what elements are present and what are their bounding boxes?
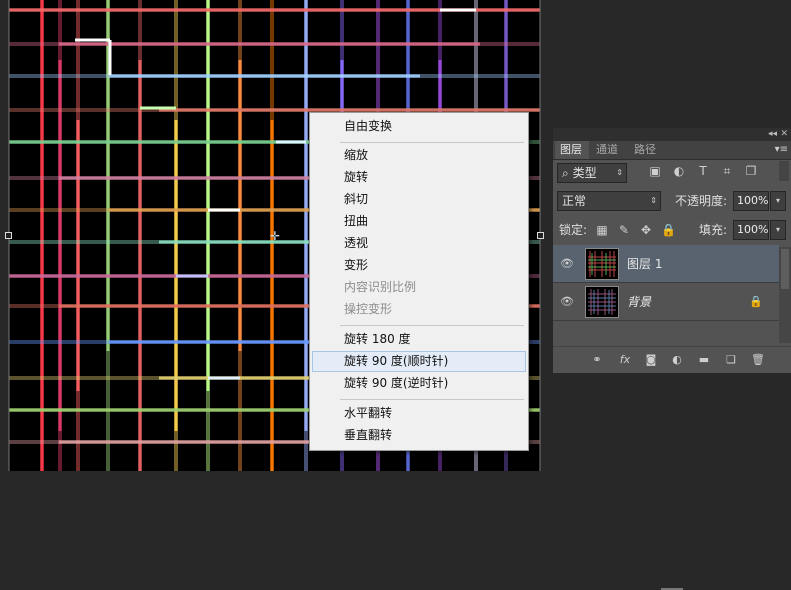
layer-name[interactable]: 背景	[627, 283, 651, 321]
menu-separator	[340, 399, 524, 400]
trash-icon[interactable]: 🗑	[750, 352, 766, 368]
text-filter-icon[interactable]: T	[696, 164, 710, 178]
layers-panel: ◂◂ ✕ 图层 通道 路径 ▾≡ ⌕ 类型 ⇕ ▣ ◐ T ⌗ ❐ 正常 ⇕ 不…	[553, 128, 791, 590]
blend-mode-dropdown[interactable]: 正常 ⇕	[557, 191, 661, 211]
lock-position-icon[interactable]: ✥	[639, 223, 653, 237]
tab-channels[interactable]: 通道	[591, 141, 627, 159]
opacity-input[interactable]: 100%	[733, 191, 769, 211]
menu-item-warp[interactable]: 变形	[312, 255, 526, 276]
visibility-eye-icon[interactable]: 👁	[559, 294, 575, 310]
add-mask-icon[interactable]: ◙	[643, 352, 659, 368]
updown-arrow-icon: ⇕	[650, 196, 657, 205]
menu-item-puppet-warp: 操控变形	[344, 302, 393, 316]
panel-header: ◂◂ ✕	[553, 128, 791, 141]
lock-all-icon[interactable]: 🔒	[661, 223, 676, 237]
layer-thumbnail	[585, 248, 619, 280]
transform-context-menu: 自由变换 缩放 旋转 斜切 扭曲 透视 变形 内容识别比例 操控变形 旋转 18…	[309, 112, 529, 451]
scrollbar-thumb[interactable]	[781, 249, 789, 289]
menu-item-content-aware-scale: 内容识别比例	[344, 280, 417, 294]
search-icon: ⌕	[562, 166, 569, 180]
menu-item-flip-vertical[interactable]: 垂直翻转	[312, 425, 526, 446]
updown-arrow-icon: ⇕	[616, 168, 623, 177]
transform-handle-left[interactable]	[5, 232, 12, 239]
layer-row-background[interactable]: 👁 背景 🔒	[553, 283, 779, 321]
fill-label: 填充:	[699, 223, 728, 237]
menu-item-free-transform[interactable]: 自由变换	[312, 116, 526, 137]
layer-row-layer-1[interactable]: 👁 图层 1	[553, 245, 779, 283]
transform-handle-right[interactable]	[537, 232, 544, 239]
close-panel-icon[interactable]: ✕	[780, 128, 788, 141]
new-layer-icon[interactable]: ❏	[723, 352, 739, 368]
filter-toggle[interactable]	[779, 161, 789, 181]
image-filter-icon[interactable]: ▣	[648, 164, 662, 178]
fill-dropdown-button[interactable]: ▾	[770, 220, 786, 240]
new-adjustment-layer-icon[interactable]: ◐	[669, 352, 685, 368]
opacity-dropdown-button[interactable]: ▾	[770, 191, 786, 211]
collapse-panel-icon[interactable]: ◂◂	[768, 128, 777, 141]
panel-menu-icon[interactable]: ▾≡	[775, 141, 788, 159]
new-group-folder-icon[interactable]: ▬	[696, 352, 712, 368]
layers-scrollbar[interactable]	[779, 247, 791, 343]
blend-mode-value: 正常	[562, 194, 587, 208]
visibility-eye-icon[interactable]: 👁	[559, 256, 575, 272]
link-layers-icon[interactable]: ⚭	[589, 352, 605, 368]
shape-filter-icon[interactable]: ⌗	[720, 164, 734, 178]
menu-item-flip-horizontal[interactable]: 水平翻转	[312, 403, 526, 424]
fill-input[interactable]: 100%	[733, 220, 769, 240]
menu-item-rotate-180[interactable]: 旋转 180 度	[312, 329, 526, 350]
tab-layers[interactable]: 图层	[555, 141, 589, 159]
lock-transparent-pixels-icon[interactable]: ▦	[595, 223, 609, 237]
menu-separator	[340, 325, 524, 326]
lock-image-pixels-icon[interactable]: ✎	[617, 223, 631, 237]
menu-item-scale[interactable]: 缩放	[312, 145, 526, 166]
menu-item-rotate-90-ccw[interactable]: 旋转 90 度(逆时针)	[312, 373, 526, 394]
layer-thumbnail	[585, 286, 619, 318]
lock-icon: 🔒	[749, 295, 763, 308]
menu-item-distort[interactable]: 扭曲	[312, 211, 526, 232]
layer-name[interactable]: 图层 1	[627, 245, 662, 283]
menu-item-perspective[interactable]: 透视	[312, 233, 526, 254]
menu-item-rotate-90-cw[interactable]: 旋转 90 度(顺时针)	[312, 351, 526, 372]
tab-paths[interactable]: 路径	[629, 141, 665, 159]
menu-separator	[340, 142, 524, 143]
adjustment-filter-icon[interactable]: ◐	[672, 164, 686, 178]
layer-style-fx-icon[interactable]: fx	[617, 352, 633, 368]
layers-bottom-toolbar: ⚭ fx ◙ ◐ ▬ ❏ 🗑	[553, 346, 791, 590]
lock-label: 锁定:	[559, 223, 588, 237]
menu-item-rotate[interactable]: 旋转	[312, 167, 526, 188]
filter-type-label: 类型	[572, 166, 597, 180]
menu-item-skew[interactable]: 斜切	[312, 189, 526, 210]
panel-tabbar: 图层 通道 路径 ▾≡	[553, 141, 791, 160]
opacity-label: 不透明度:	[675, 194, 728, 208]
layer-filter-dropdown[interactable]: ⌕ 类型 ⇕	[557, 163, 627, 183]
smart-object-filter-icon[interactable]: ❐	[744, 164, 758, 178]
svg-text:✛: ✛	[270, 229, 280, 243]
